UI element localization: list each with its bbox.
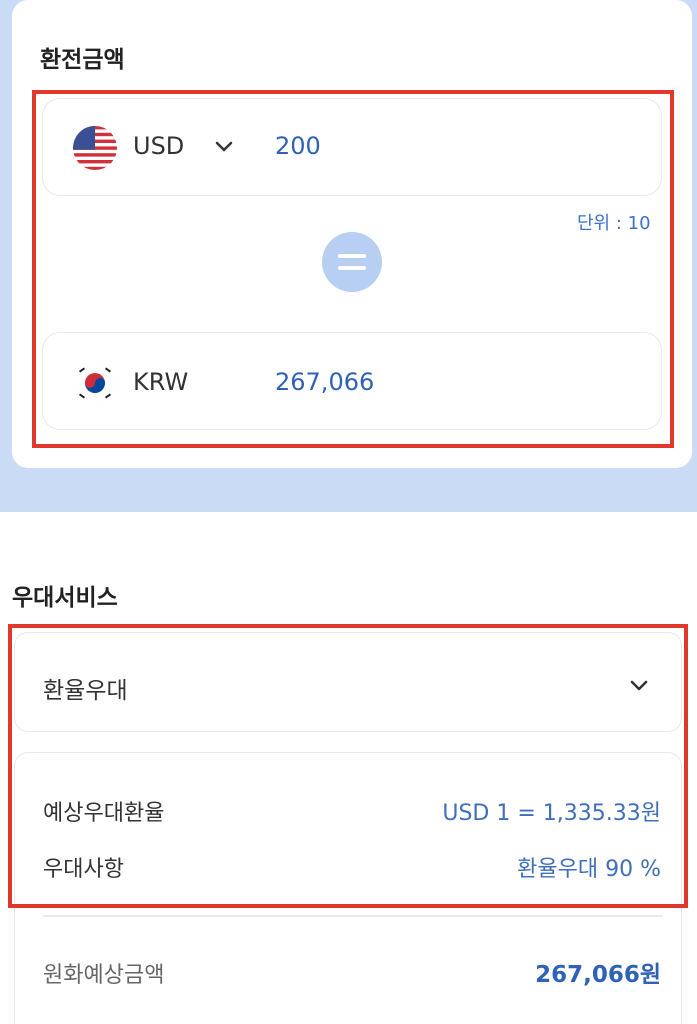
benefit-section-title: 우대서비스 bbox=[12, 585, 118, 611]
exchange-highlight-box bbox=[32, 90, 674, 448]
total-label: 원화예상금액 bbox=[43, 963, 165, 988]
exchange-section-title: 환전금액 bbox=[40, 47, 125, 73]
total-value: 267,066원 bbox=[535, 962, 661, 988]
benefit-highlight-box bbox=[8, 624, 688, 908]
divider bbox=[43, 915, 663, 917]
